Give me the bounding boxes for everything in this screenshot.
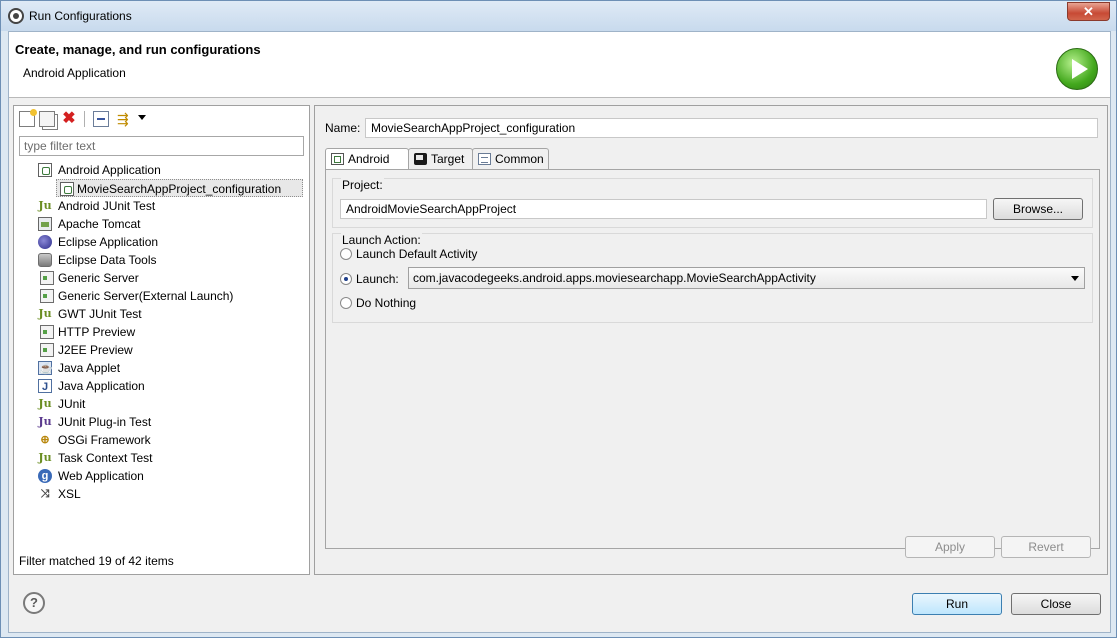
tab-label: Common xyxy=(495,152,544,166)
web-app-icon: g xyxy=(38,469,52,483)
android-app-icon xyxy=(60,182,74,196)
header-subtitle: Android Application xyxy=(23,66,126,80)
configuration-editor-panel: Name: Android Target Common Projec xyxy=(314,105,1108,575)
radio-label: Launch Default Activity xyxy=(356,247,478,261)
junit-icon: Ju xyxy=(38,199,52,212)
server-icon xyxy=(40,343,54,357)
tree-item-label: Web Application xyxy=(58,469,144,483)
window-close-button[interactable]: ✕ xyxy=(1067,2,1110,21)
toolbar-separator xyxy=(84,111,85,127)
duplicate-configuration-icon[interactable] xyxy=(39,111,55,127)
tree-item-label: HTTP Preview xyxy=(58,325,136,339)
tree-item-selected[interactable]: MovieSearchAppProject_configuration xyxy=(56,179,303,197)
project-group: Project: Browse... xyxy=(332,178,1093,228)
tree-item-label: Generic Server(External Launch) xyxy=(58,289,234,303)
chevron-down-icon[interactable] xyxy=(138,115,146,120)
tree-toolbar: ✖ ⇶ xyxy=(14,106,309,132)
tree-item-label: Android JUnit Test xyxy=(58,199,156,213)
activity-select[interactable]: com.javacodegeeks.android.apps.moviesear… xyxy=(408,267,1085,289)
run-configurations-window: Run Configurations ✕ Create, manage, and… xyxy=(0,0,1117,638)
project-field[interactable] xyxy=(340,199,987,219)
close-button[interactable]: Close xyxy=(1011,593,1101,615)
radio-button[interactable] xyxy=(340,297,352,309)
project-label: Project: xyxy=(341,178,384,192)
common-tab-icon xyxy=(478,153,491,165)
tree-item-label: Java Application xyxy=(58,379,145,393)
activity-value: com.javacodegeeks.android.apps.moviesear… xyxy=(413,271,816,285)
tree-item-label: OSGi Framework xyxy=(58,433,151,447)
android-app-icon xyxy=(38,163,52,177)
server-icon xyxy=(40,325,54,339)
radio-button-selected[interactable] xyxy=(340,273,352,285)
chevron-down-icon xyxy=(1071,276,1079,281)
android-tab-icon xyxy=(331,153,344,165)
help-icon[interactable]: ? xyxy=(23,592,45,614)
java-applet-icon: ☕ xyxy=(38,361,53,375)
tab-label: Android xyxy=(348,152,390,166)
radio-button[interactable] xyxy=(340,248,352,260)
dialog-client-area: Create, manage, and run configurations A… xyxy=(8,31,1111,633)
tree-item-label: JUnit Plug-in Test xyxy=(58,415,152,429)
header-title: Create, manage, and run configurations xyxy=(15,42,261,57)
eclipse-icon xyxy=(38,235,52,249)
tree-item-label: XSL xyxy=(58,487,81,501)
tree-item-label: Apache Tomcat xyxy=(58,217,141,231)
tree-item-label: GWT JUnit Test xyxy=(58,307,142,321)
filter-status: Filter matched 19 of 42 items xyxy=(19,554,174,568)
radio-label: Launch: xyxy=(356,272,399,286)
tree-item-label: J2EE Preview xyxy=(58,343,133,357)
tree-item-label: Java Applet xyxy=(58,361,121,375)
tree-item-label: Android Application xyxy=(58,163,161,177)
configuration-tree-panel: ✖ ⇶ Android Application MovieSearchAppPr… xyxy=(13,105,310,575)
database-icon xyxy=(38,253,52,267)
android-tab-content: Project: Browse... Launch Action: Launch… xyxy=(325,169,1100,549)
tab-target[interactable]: Target xyxy=(408,148,473,170)
run-button[interactable]: Run xyxy=(912,593,1002,615)
name-field[interactable] xyxy=(365,118,1098,138)
tree-item-label: Task Context Test xyxy=(58,451,153,465)
dialog-header: Create, manage, and run configurations A… xyxy=(9,32,1110,98)
tab-label: Target xyxy=(431,152,465,166)
java-app-icon: J xyxy=(38,379,52,393)
browse-button[interactable]: Browse... xyxy=(993,198,1083,220)
tree-item-label: Eclipse Application xyxy=(58,235,159,249)
junit-icon: Ju xyxy=(38,397,52,410)
launch-action-group: Launch Action: Launch Default Activity L… xyxy=(332,233,1093,323)
run-banner-icon xyxy=(1056,48,1098,90)
tab-common[interactable]: Common xyxy=(472,148,549,170)
junit-icon: Ju xyxy=(38,307,52,320)
name-label: Name: xyxy=(325,121,361,135)
tree-item-label: Eclipse Data Tools xyxy=(58,253,157,267)
title-bar: Run Configurations ✕ xyxy=(1,1,1116,31)
xsl-icon: ⤨ xyxy=(40,488,50,500)
revert-button[interactable]: Revert xyxy=(1001,536,1091,558)
tree-item-label: MovieSearchAppProject_configuration xyxy=(77,182,282,196)
server-icon xyxy=(40,289,54,303)
junit-plugin-icon: Ju xyxy=(38,415,52,428)
filter-input[interactable] xyxy=(19,136,304,156)
eclipse-run-icon xyxy=(8,8,24,24)
tomcat-icon xyxy=(38,217,52,231)
task-context-icon: Ju xyxy=(38,451,52,464)
collapse-all-icon[interactable] xyxy=(93,111,109,127)
filter-configurations-icon[interactable]: ⇶ xyxy=(117,111,133,127)
tree-item-label: JUnit xyxy=(58,397,86,411)
target-monitor-icon xyxy=(414,153,427,165)
tab-android[interactable]: Android xyxy=(325,148,409,170)
osgi-icon: ⊕ xyxy=(40,434,50,446)
radio-label: Do Nothing xyxy=(356,296,417,310)
server-icon xyxy=(40,271,54,285)
new-configuration-icon[interactable] xyxy=(19,109,37,127)
tree-item-label: Generic Server xyxy=(58,271,139,285)
apply-button[interactable]: Apply xyxy=(905,536,995,558)
delete-configuration-icon[interactable]: ✖ xyxy=(61,111,77,127)
window-title: Run Configurations xyxy=(29,9,132,23)
